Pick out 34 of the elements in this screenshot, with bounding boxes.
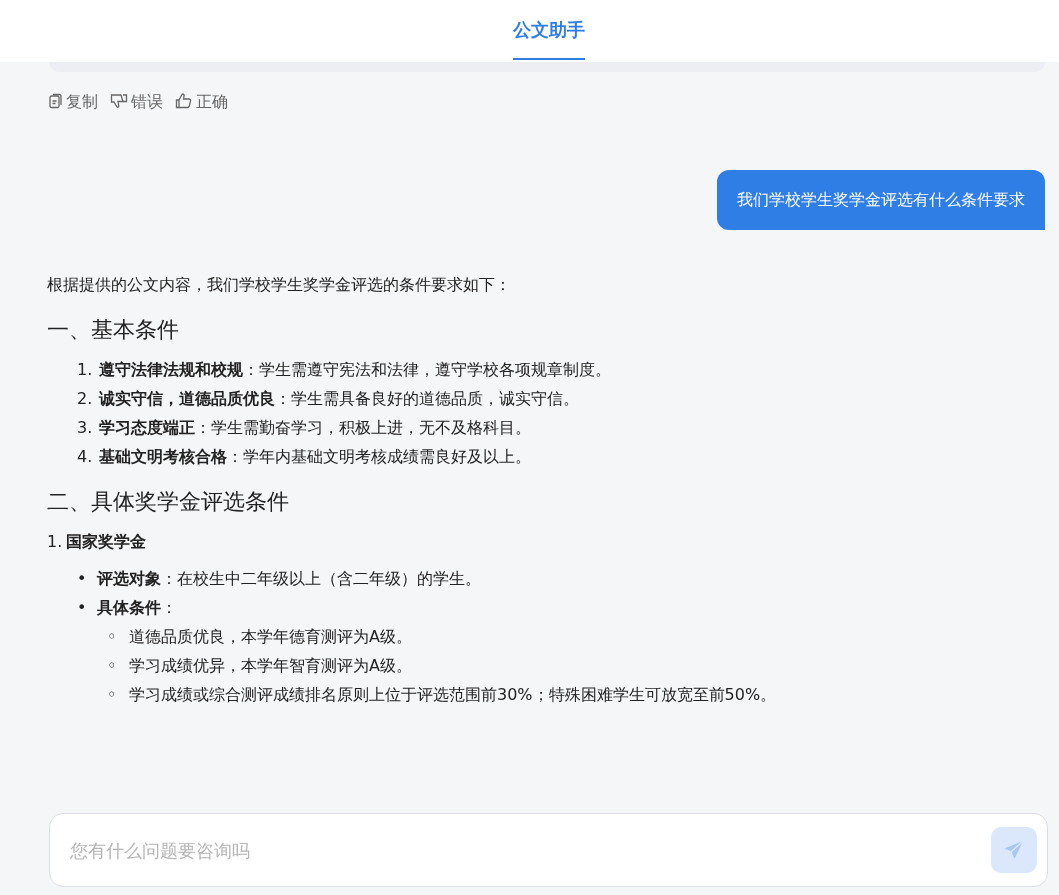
send-icon bbox=[1003, 839, 1025, 861]
list-item-text: 学习态度端正：学生需勤奋学习，积极上进，无不及格科目。 bbox=[99, 417, 531, 439]
thumbs-up-icon bbox=[175, 93, 193, 109]
list-item-text: 诚实守信，道德品质优良：学生需具备良好的道德品质，诚实守信。 bbox=[99, 388, 579, 410]
list-marker: ◦ bbox=[107, 655, 118, 677]
list-marker: 1. bbox=[47, 531, 63, 553]
answer-paragraph: 根据提供的公文内容，我们学校学生奖学金评选的条件要求如下： bbox=[47, 274, 512, 296]
subsection-heading: 国家奖学金 bbox=[66, 531, 147, 553]
section-heading: 一、基本条件 bbox=[47, 316, 180, 344]
list-item-text: 遵守法律法规和校规：学生需遵守宪法和法律，遵守学校各项规章制度。 bbox=[99, 359, 611, 381]
list-marker: ◦ bbox=[107, 626, 118, 648]
tab[interactable]: 公文助手 bbox=[512, 0, 585, 60]
send-button[interactable] bbox=[991, 827, 1037, 873]
list-marker: 3. bbox=[77, 417, 94, 439]
list-marker: • bbox=[77, 568, 88, 590]
thumbs-down-icon bbox=[110, 93, 128, 109]
dislike-button[interactable]: 错误 bbox=[110, 86, 163, 116]
copy-icon bbox=[47, 93, 63, 109]
section-heading: 二、具体奖学金评选条件 bbox=[47, 488, 290, 516]
copy-button[interactable]: 复制 bbox=[47, 86, 98, 116]
list-marker: • bbox=[77, 597, 88, 619]
list-item-text: 具体条件： bbox=[97, 597, 177, 619]
message-input-field[interactable]: 您有什么问题要咨询吗 bbox=[49, 813, 1048, 887]
list-marker: 4. bbox=[77, 446, 94, 468]
user-message: 我们学校学生奖学金评选有什么条件要求 bbox=[717, 170, 1045, 230]
list-item-text: 基础文明考核合格：学年内基础文明考核成绩需良好及以上。 bbox=[99, 446, 531, 468]
list-item-text: 评选对象：在校生中二年级以上（含二年级）的学生。 bbox=[97, 568, 481, 590]
list-marker: 2. bbox=[77, 388, 94, 410]
list-item-text: 学习成绩优异，本学年智育测评为A级。 bbox=[129, 655, 412, 677]
list-marker: ◦ bbox=[107, 684, 118, 706]
list-item-text: 学习成绩或综合测评成绩排名原则上位于评选范围前30%；特殊困难学生可放宽至前50%。 bbox=[129, 684, 777, 706]
list-item-text: 道德品质优良，本学年德育测评为A级。 bbox=[129, 626, 412, 648]
like-button[interactable]: 正确 bbox=[175, 86, 228, 116]
list-marker: 1. bbox=[77, 359, 94, 381]
